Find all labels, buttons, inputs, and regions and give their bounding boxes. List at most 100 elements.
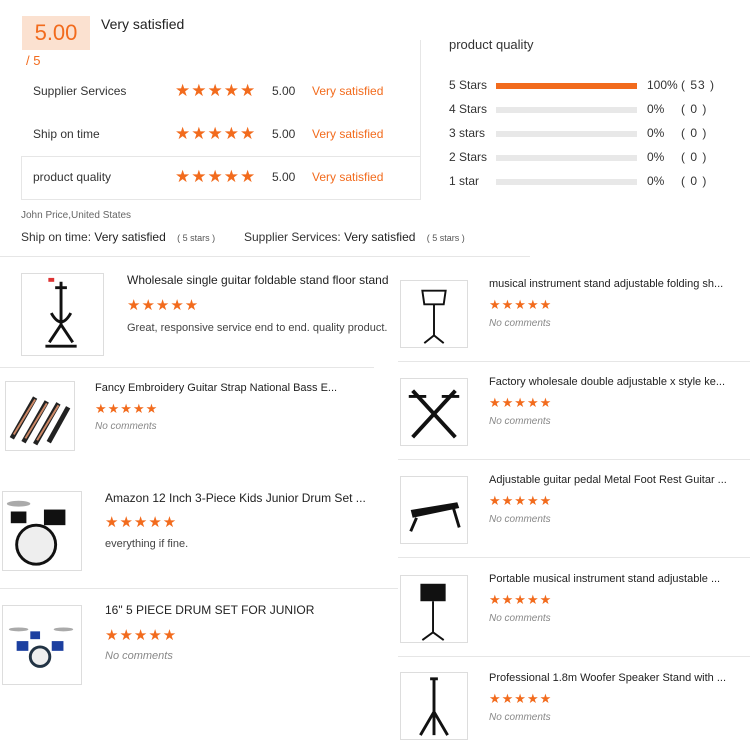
distribution-bar: [496, 179, 637, 185]
distribution-title: product quality: [449, 37, 534, 52]
star-rating-icon: ★★★★★: [489, 592, 553, 607]
star-rating-icon: ★★★★★: [175, 167, 257, 186]
product-card[interactable]: Wholesale single guitar foldable stand f…: [0, 262, 398, 362]
star-rating-icon: ★★★★★: [175, 124, 257, 143]
star-rating-icon: ★★★★★: [489, 297, 553, 312]
product-title[interactable]: Amazon 12 Inch 3-Piece Kids Junior Drum …: [105, 491, 366, 505]
metric-row-ship-on-time: Ship on time ★★★★★ 5.00 Very satisfied: [0, 124, 420, 168]
metric-label: Ship on time: [33, 127, 100, 141]
divider: [0, 367, 374, 368]
star-rating-icon: ★★★★★: [489, 493, 553, 508]
distribution-row: 5 Stars 100%( 53 ): [449, 78, 749, 94]
review-comment: everything if fine.: [105, 538, 189, 550]
divider: [398, 656, 750, 657]
distribution-bar: [496, 155, 637, 161]
speaker-stand-icon[interactable]: [400, 672, 468, 740]
star-rating-icon: ★★★★★: [175, 81, 257, 100]
distribution-row: 3 stars 0% ( 0 ): [449, 126, 749, 142]
product-card[interactable]: Factory wholesale double adjustable x st…: [398, 366, 750, 456]
product-title[interactable]: 16" 5 PIECE DRUM SET FOR JUNIOR: [105, 603, 314, 617]
guitar-strap-icon[interactable]: [5, 381, 75, 451]
distribution-label: 2 Stars: [449, 150, 488, 164]
metric-row-supplier-services: Supplier Services ★★★★★ 5.00 Very satisf…: [0, 81, 420, 125]
star-rating-icon: ★★★★★: [95, 401, 159, 416]
distribution-percent: 0%: [647, 174, 665, 188]
product-card[interactable]: musical instrument stand adjustable fold…: [398, 268, 750, 358]
supplier-label: Supplier Services:: [244, 230, 341, 244]
distribution-count: ( 53 ): [681, 78, 716, 92]
product-card[interactable]: Professional 1.8m Woofer Speaker Stand w…: [398, 662, 750, 750]
product-title[interactable]: Fancy Embroidery Guitar Strap National B…: [95, 382, 337, 394]
drum-set-icon[interactable]: [2, 491, 82, 571]
metric-verdict: Very satisfied: [312, 170, 384, 184]
metric-label: product quality: [33, 170, 112, 184]
divider: [0, 256, 530, 257]
distribution-percent: 0%: [647, 102, 665, 116]
supplier-services-rating: Supplier Services: Very satisfied ( 5 st…: [244, 230, 465, 244]
star-rating-icon: ★★★★★: [105, 627, 178, 644]
metric-row-product-quality[interactable]: product quality ★★★★★ 5.00 Very satisfie…: [0, 167, 420, 211]
distribution-bar: [496, 131, 637, 137]
product-title[interactable]: Portable musical instrument stand adjust…: [489, 573, 720, 585]
distribution-percent: 100%: [647, 78, 678, 92]
distribution-row: 4 Stars 0% ( 0 ): [449, 102, 749, 118]
guitar-stand-icon[interactable]: [21, 273, 104, 356]
star-rating-icon: ★★★★★: [127, 297, 200, 314]
ship-on-time-rating: Ship on time: Very satisfied ( 5 stars ): [21, 230, 215, 244]
product-card[interactable]: Adjustable guitar pedal Metal Foot Rest …: [398, 464, 750, 554]
divider: [420, 40, 421, 200]
metric-score: 5.00: [272, 170, 296, 184]
product-card[interactable]: 16" 5 PIECE DRUM SET FOR JUNIOR ★★★★★ No…: [0, 595, 398, 695]
distribution-bar: [496, 83, 637, 89]
metric-label: Supplier Services: [33, 84, 127, 98]
product-title[interactable]: Professional 1.8m Woofer Speaker Stand w…: [489, 672, 726, 684]
distribution-percent: 0%: [647, 150, 665, 164]
distribution-label: 3 stars: [449, 126, 486, 140]
product-title[interactable]: Wholesale single guitar foldable stand f…: [127, 273, 389, 287]
review-comment: No comments: [489, 514, 551, 525]
product-title[interactable]: Adjustable guitar pedal Metal Foot Rest …: [489, 474, 727, 486]
star-rating-icon: ★★★★★: [105, 514, 178, 531]
review-comment: No comments: [489, 712, 551, 723]
metric-score: 5.00: [272, 127, 296, 141]
star-rating-icon: ★★★★★: [489, 395, 553, 410]
metric-verdict: Very satisfied: [312, 84, 384, 98]
divider: [0, 588, 398, 589]
overall-verdict: Very satisfied: [101, 16, 185, 32]
distribution-label: 4 Stars: [449, 102, 488, 116]
music-stand-icon[interactable]: [400, 280, 468, 348]
distribution-count: ( 0 ): [681, 150, 708, 164]
score-out-of: / 5: [26, 53, 41, 68]
product-card[interactable]: Fancy Embroidery Guitar Strap National B…: [0, 373, 398, 463]
distribution-count: ( 0 ): [681, 102, 708, 116]
reviewer-name: John Price,United States: [21, 210, 132, 221]
overall-score: 5.00: [22, 16, 90, 50]
keyboard-stand-icon[interactable]: [400, 378, 468, 446]
distribution-bar-fill: [496, 83, 637, 89]
sheet-music-stand-icon[interactable]: [400, 575, 468, 643]
junior-drum-set-icon[interactable]: [2, 605, 82, 685]
ship-label: Ship on time:: [21, 230, 92, 244]
review-comment: No comments: [489, 613, 551, 624]
review-comment: No comments: [489, 416, 551, 427]
distribution-row: 2 Stars 0% ( 0 ): [449, 150, 749, 166]
divider: [398, 557, 750, 558]
product-card[interactable]: Portable musical instrument stand adjust…: [398, 563, 750, 653]
distribution-label: 1 star: [449, 174, 480, 188]
product-card[interactable]: Amazon 12 Inch 3-Piece Kids Junior Drum …: [0, 483, 398, 583]
distribution-percent: 0%: [647, 126, 665, 140]
divider: [398, 459, 750, 460]
ship-value: Very satisfied: [94, 230, 166, 244]
review-comment: Great, responsive service end to end. qu…: [127, 322, 388, 334]
distribution-count: ( 0 ): [681, 174, 708, 188]
metric-verdict: Very satisfied: [312, 127, 384, 141]
review-comment: No comments: [95, 421, 157, 432]
supplier-stars: ( 5 stars ): [426, 233, 465, 243]
distribution-bar: [496, 107, 637, 113]
ship-stars: ( 5 stars ): [177, 233, 216, 243]
star-rating-icon: ★★★★★: [489, 691, 553, 706]
product-title[interactable]: musical instrument stand adjustable fold…: [489, 278, 723, 290]
review-comment: No comments: [489, 318, 551, 329]
foot-rest-icon[interactable]: [400, 476, 468, 544]
product-title[interactable]: Factory wholesale double adjustable x st…: [489, 376, 725, 388]
